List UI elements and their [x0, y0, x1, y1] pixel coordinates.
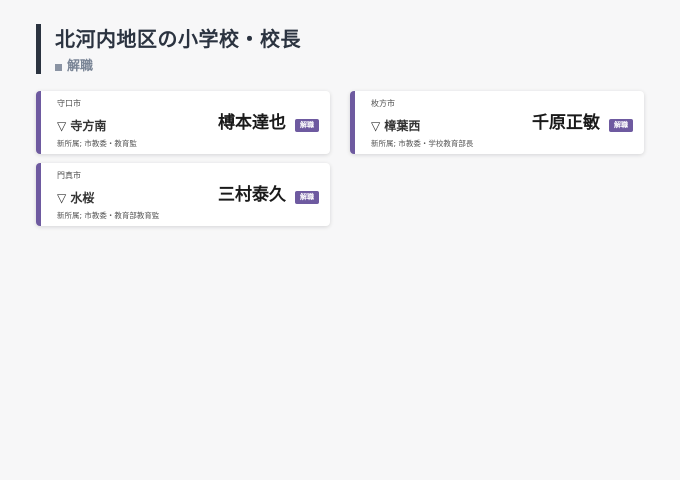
personnel-card: 門真市 ▽ 水桜 三村泰久 解職 新所属; 市教委・教育部教育監 [36, 163, 330, 226]
status-badge: 解職 [609, 119, 633, 132]
person-name: 千原正敏 [532, 113, 600, 133]
new-post-label: 新所属; 市教委・学校教育部長 [371, 139, 474, 148]
page-subtitle: 解職 [55, 59, 301, 75]
status-badge: 解職 [295, 191, 319, 204]
personnel-card: 枚方市 ▽ 樟葉西 千原正敏 解職 新所属; 市教委・学校教育部長 [350, 91, 644, 154]
school-name: ▽ 水桜 [57, 191, 95, 205]
square-bullet-icon [55, 63, 62, 71]
person-name: 三村泰久 [218, 185, 286, 205]
city-label: 門真市 [57, 171, 81, 180]
personnel-card: 守口市 ▽ 寺方南 榑本達也 解職 新所属; 市教委・教育監 [36, 91, 330, 154]
new-post-label: 新所属; 市教委・教育監 [57, 139, 137, 148]
status-badge: 解職 [295, 119, 319, 132]
new-post-label: 新所属; 市教委・教育部教育監 [57, 211, 160, 220]
page-header: 北河内地区の小学校・校長 解職 [36, 24, 301, 74]
city-label: 枚方市 [371, 99, 395, 108]
page-title: 北河内地区の小学校・校長 [55, 27, 301, 51]
person-name: 榑本達也 [218, 113, 286, 133]
school-name: ▽ 樟葉西 [371, 119, 421, 133]
school-name: ▽ 寺方南 [57, 119, 107, 133]
city-label: 守口市 [57, 99, 81, 108]
subtitle-label: 解職 [67, 59, 94, 74]
